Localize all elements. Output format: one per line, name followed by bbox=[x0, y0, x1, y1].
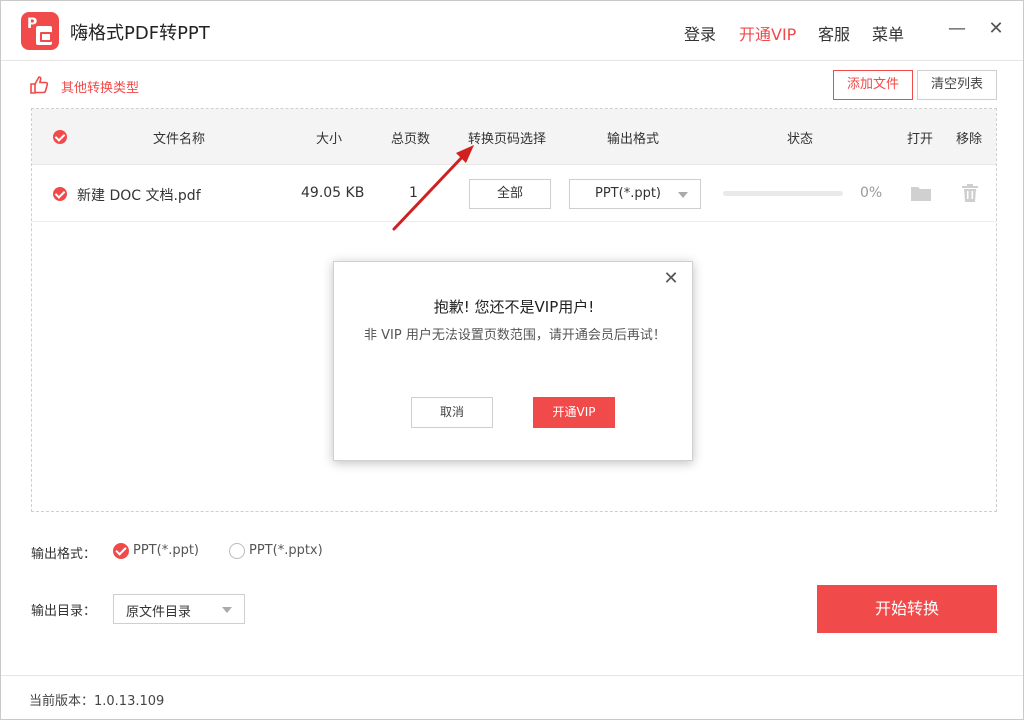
title-bar: P 嗨格式PDF转PPT 登录 开通VIP 客服 菜单 — ✕ bbox=[1, 1, 1023, 61]
close-window-button[interactable]: ✕ bbox=[986, 19, 1006, 39]
vip-required-dialog: ✕ 抱歉! 您还不是VIP用户! 非 VIP 用户无法设置页数范围，请开通会员后… bbox=[333, 261, 693, 461]
start-conversion-button[interactable]: 开始转换 bbox=[817, 585, 997, 633]
output-dir-value: 原文件目录 bbox=[126, 605, 192, 620]
status-footer: 当前版本：1.0.13.109 bbox=[1, 675, 1023, 719]
column-header-output-format: 输出格式 bbox=[607, 132, 660, 147]
chevron-down-icon bbox=[678, 192, 688, 198]
app-logo-icon: P bbox=[21, 12, 59, 50]
trash-icon[interactable] bbox=[962, 184, 978, 202]
menu-link[interactable]: 菜单 bbox=[872, 21, 904, 45]
format-ppt-label[interactable]: PPT(*.ppt) bbox=[133, 543, 199, 558]
thumbs-up-hand-icon bbox=[30, 76, 49, 94]
login-link[interactable]: 登录 bbox=[684, 21, 716, 45]
dialog-message: 非 VIP 用户无法设置页数范围，请开通会员后再试！ bbox=[364, 328, 666, 343]
minimize-button[interactable]: — bbox=[947, 19, 967, 39]
column-header-remove: 移除 bbox=[956, 132, 983, 147]
format-pptx-label[interactable]: PPT(*.pptx) bbox=[249, 543, 323, 558]
logo-page-shape bbox=[36, 26, 52, 45]
page-select-all-button[interactable]: 全部 bbox=[469, 179, 551, 209]
customer-service-link[interactable]: 客服 bbox=[818, 21, 850, 45]
row-format-select[interactable]: PPT(*.ppt) bbox=[569, 179, 701, 209]
chevron-down-icon bbox=[222, 607, 232, 613]
clear-list-button[interactable]: 清空列表 bbox=[917, 70, 997, 100]
row-format-value: PPT(*.ppt) bbox=[595, 186, 661, 201]
table-row: 新建 DOC 文档.pdf 49.05 KB 1 全部 PPT(*.ppt) 0… bbox=[32, 165, 996, 222]
output-format-label: 输出格式： bbox=[31, 547, 97, 562]
app-window: P 嗨格式PDF转PPT 登录 开通VIP 客服 菜单 — ✕ 其他转换类型 添… bbox=[0, 0, 1024, 720]
other-conversion-types-label: 其他转换类型 bbox=[61, 81, 140, 96]
dialog-title: 抱歉! 您还不是VIP用户! bbox=[433, 298, 595, 316]
format-ppt-radio[interactable] bbox=[113, 543, 129, 559]
progress-percent: 0% bbox=[860, 185, 883, 201]
output-dir-label: 输出目录： bbox=[31, 604, 97, 619]
column-header-name: 文件名称 bbox=[153, 132, 206, 147]
add-file-button[interactable]: 添加文件 bbox=[833, 70, 913, 100]
format-pptx-radio[interactable] bbox=[229, 543, 245, 559]
column-header-open: 打开 bbox=[907, 132, 934, 147]
app-title: 嗨格式PDF转PPT bbox=[70, 23, 210, 44]
file-name: 新建 DOC 文档.pdf bbox=[77, 188, 201, 204]
output-dir-select[interactable]: 原文件目录 bbox=[113, 594, 245, 624]
dialog-close-button[interactable]: ✕ bbox=[662, 270, 680, 288]
dialog-cancel-button[interactable]: 取消 bbox=[411, 397, 493, 428]
version-text: 当前版本：1.0.13.109 bbox=[29, 694, 165, 709]
dialog-open-vip-button[interactable]: 开通VIP bbox=[533, 397, 615, 428]
list-header: 文件名称 大小 总页数 转换页码选择 输出格式 状态 打开 移除 bbox=[32, 109, 996, 165]
column-header-status: 状态 bbox=[787, 132, 814, 147]
progress-bar bbox=[723, 191, 843, 196]
annotation-arrow-icon bbox=[392, 145, 474, 231]
open-vip-link[interactable]: 开通VIP bbox=[739, 21, 796, 45]
file-size: 49.05 KB bbox=[301, 185, 365, 201]
select-all-check-icon[interactable] bbox=[53, 130, 67, 144]
folder-icon[interactable] bbox=[911, 186, 931, 201]
column-header-size: 大小 bbox=[316, 132, 343, 147]
row-check-icon[interactable] bbox=[53, 187, 67, 201]
